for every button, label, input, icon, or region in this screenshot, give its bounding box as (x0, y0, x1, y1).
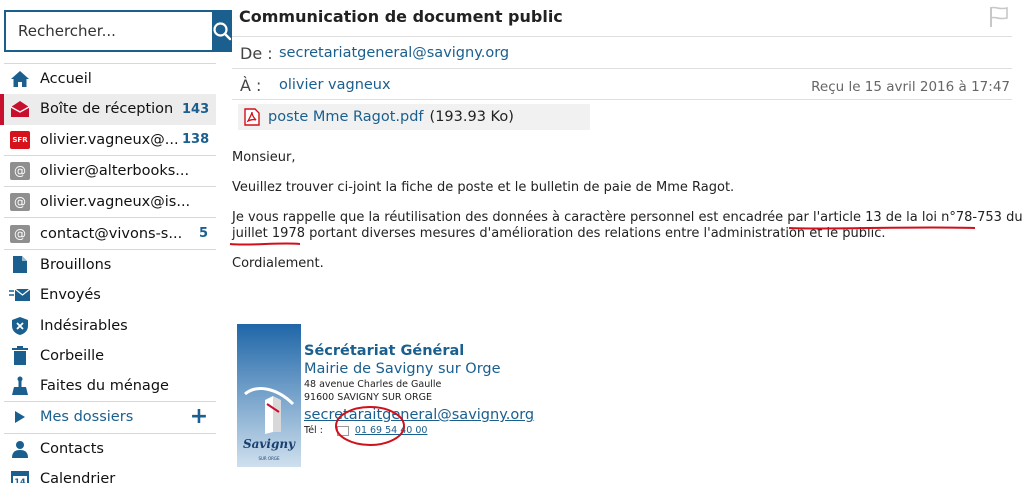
sidebar-item-account-alterbooks[interactable]: @ olivier@alterbooks... (0, 156, 216, 186)
at-mailbox-icon: @ (10, 193, 30, 212)
sidebar-item-my-folders[interactable]: Mes dossiers + (0, 402, 216, 432)
sidebar-item-trash[interactable]: Corbeille (0, 341, 216, 371)
sidebar-item-spam[interactable]: Indésirables (0, 310, 216, 340)
sidebar-item-label: olivier@alterbooks... (40, 163, 190, 180)
sidebar-item-label: olivier.vagneux@... (40, 131, 179, 148)
annotation-underline (789, 226, 975, 230)
draft-icon (13, 256, 27, 274)
annotation-underline (230, 242, 300, 246)
sender-address[interactable]: secretariatgeneral@savigny.org (279, 45, 509, 61)
sidebar-item-label: Mes dossiers (40, 409, 134, 426)
sidebar-item-label: Accueil (40, 71, 92, 88)
sidebar-item-label: Corbeille (40, 347, 105, 364)
body-paragraph: Veuillez trouver ci-joint la fiche de po… (232, 180, 735, 195)
sidebar-item-label: Brouillons (40, 256, 112, 273)
folder-list: Accueil Boîte de réception 143 SFR olivi… (0, 63, 216, 483)
attachment-size: (193.93 Ko) (429, 109, 514, 125)
home-icon (11, 71, 29, 88)
sidebar-item-drafts[interactable]: Brouillons (0, 250, 216, 280)
search-icon (213, 22, 232, 41)
pdf-icon (244, 108, 260, 126)
signature-title: Sécrétariat Général (304, 343, 465, 359)
sidebar-item-label: Contacts (40, 440, 104, 457)
sidebar-item-label: Envoyés (40, 287, 101, 304)
message-body: Monsieur, Veuillez trouver ci-joint la f… (232, 150, 1024, 286)
at-mailbox-icon: @ (10, 162, 30, 181)
annotation-circle (335, 406, 405, 446)
message-view: Communication de document public De : se… (230, 0, 1024, 483)
broom-icon (12, 376, 28, 396)
add-folder-button[interactable]: + (182, 406, 216, 428)
sidebar-item-cleanup[interactable]: Faites du ménage (0, 371, 216, 401)
sidebar-item-label: Calendrier (40, 471, 116, 483)
triangle-right-icon (15, 411, 25, 424)
sidebar-item-calendar[interactable]: 14 Calendrier (0, 464, 216, 483)
phone-label: Tél : (304, 425, 323, 436)
unread-count: 138 (182, 132, 210, 148)
divider (232, 36, 1012, 37)
logo-text: Savigny (243, 437, 296, 451)
sidebar-item-account-sfr[interactable]: SFR olivier.vagneux@... 138 (0, 125, 216, 155)
sidebar-item-account-vivons[interactable]: @ contact@vivons-s... 5 (0, 218, 216, 248)
message-subject: Communication de document public (239, 7, 563, 26)
sidebar-item-label: Faites du ménage (40, 378, 169, 395)
unread-count: 5 (198, 226, 208, 242)
search-input[interactable] (4, 10, 212, 52)
body-line: juillet 1978 portant diverses mesures d'… (232, 226, 886, 241)
signature-mairie: Mairie de Savigny sur Orge (304, 361, 501, 377)
from-label: De : (240, 44, 273, 63)
savigny-logo: Savigny SUR ORGE (237, 324, 301, 467)
attachment[interactable]: poste Mme Ragot.pdf (193.93 Ko) (238, 104, 590, 130)
sidebar-item-label: olivier.vagneux@is... (40, 194, 191, 211)
search-button[interactable] (212, 10, 232, 52)
logo-subtext: SUR ORGE (258, 456, 280, 461)
sidebar-item-sent[interactable]: Envoyés (0, 280, 216, 310)
search-box (4, 10, 232, 52)
recipient-name[interactable]: olivier vagneux (279, 77, 391, 93)
shield-icon (12, 316, 28, 335)
sidebar-item-contacts[interactable]: Contacts (0, 434, 216, 464)
sidebar-item-accueil[interactable]: Accueil (0, 64, 216, 94)
divider (232, 68, 1012, 69)
signature-address-1: 48 avenue Charles de Gaulle (304, 379, 442, 390)
at-mailbox-icon: @ (10, 224, 30, 243)
attachment-name[interactable]: poste Mme Ragot.pdf (268, 109, 424, 125)
sidebar-item-label: contact@vivons-s... (40, 225, 182, 242)
closing: Cordialement. (232, 256, 324, 271)
sidebar-item-label: Boîte de réception (40, 101, 174, 118)
sidebar: Accueil Boîte de réception 143 SFR olivi… (0, 0, 232, 483)
body-line: Je vous rappelle que la réutilisation de… (232, 210, 1024, 225)
calendar-day: 14 (14, 478, 26, 483)
divider (232, 99, 1012, 100)
unread-count: 143 (182, 101, 210, 117)
trash-icon (12, 346, 28, 366)
inbox-icon (10, 101, 30, 118)
calendar-icon: 14 (11, 471, 29, 483)
flag-icon[interactable] (989, 6, 1009, 28)
sfr-icon: SFR (10, 130, 30, 149)
contacts-icon (12, 440, 28, 458)
to-label: À : (240, 76, 262, 95)
sent-icon (9, 288, 31, 302)
sidebar-item-account-is[interactable]: @ olivier.vagneux@is... (0, 187, 216, 217)
received-date: Reçu le 15 avril 2016 à 17:47 (811, 79, 1010, 95)
sidebar-item-inbox[interactable]: Boîte de réception 143 (0, 94, 216, 125)
greeting: Monsieur, (232, 150, 296, 165)
sidebar-item-label: Indésirables (40, 317, 128, 334)
